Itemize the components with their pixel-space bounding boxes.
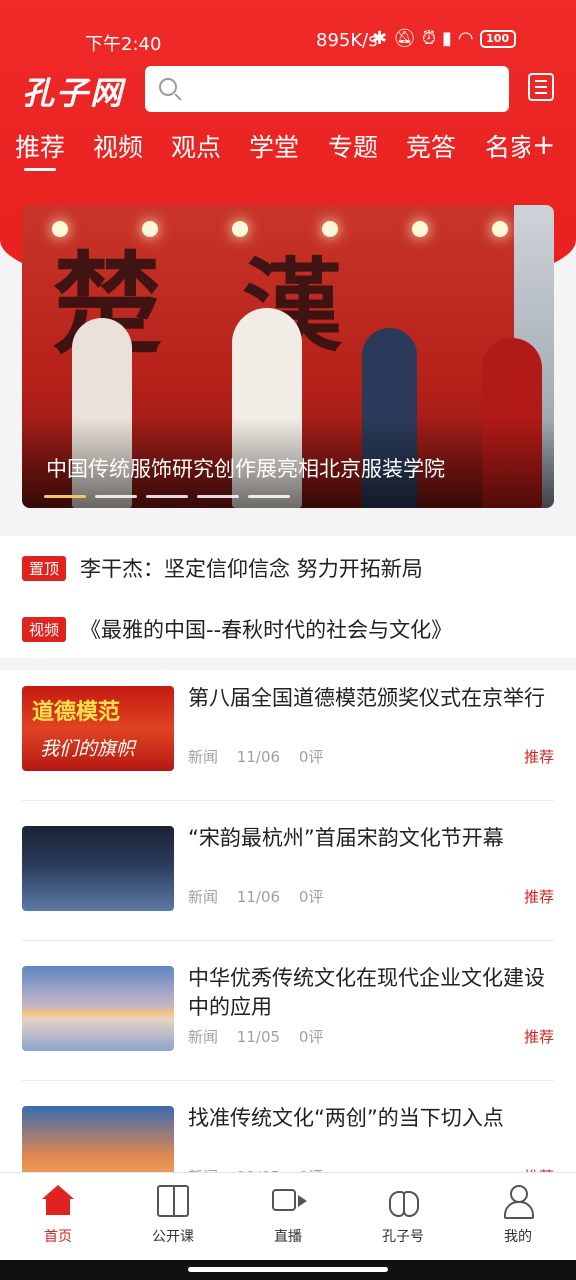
article-title: 中华优秀传统文化在现代企业文化建设中的应用 <box>188 966 545 1019</box>
home-icon <box>42 1185 74 1217</box>
tab-topics[interactable]: 专题 <box>328 128 378 164</box>
article-comments: 0评 <box>298 888 324 906</box>
book-icon <box>157 1185 189 1217</box>
top-bar: 孔子网 <box>0 62 576 114</box>
article-title: “宋韵最杭州”首届宋韵文化节开幕 <box>188 826 504 850</box>
carousel-dot[interactable] <box>197 495 239 498</box>
gesture-bar <box>0 1260 576 1280</box>
divider <box>22 800 554 801</box>
app-screen: 下午2:40 895K/s ✱ 🔕︎ ⏰︎ ▮ ◠ 100 孔子网 推荐 视频 … <box>0 0 576 1280</box>
article-thumbnail: 道德模范 我们的旗帜 <box>22 686 174 771</box>
video-badge: 视频 <box>22 616 67 642</box>
nav-home[interactable]: 首页 <box>18 1173 98 1261</box>
headline-text: 李干杰：坚定信仰信念 努力开拓新局 <box>80 557 423 581</box>
stage-light <box>412 221 428 237</box>
nav-label: 公开课 <box>152 1229 194 1245</box>
active-tab-indicator <box>24 168 56 171</box>
article-date: 11/06 <box>236 888 281 906</box>
thumbnail-title: 道德模范 <box>32 699 121 725</box>
pinned-badge: 置顶 <box>22 555 67 581</box>
nav-courses[interactable]: 公开课 <box>133 1173 213 1261</box>
status-time: 下午2:40 <box>85 34 162 55</box>
divider <box>22 940 554 941</box>
category-tabs: 推荐 视频 观点 学堂 专题 竞答 名家 + <box>0 128 576 176</box>
nav-label: 直播 <box>274 1229 302 1245</box>
add-tab-icon[interactable]: + <box>532 128 555 161</box>
article-thumbnail <box>22 966 174 1051</box>
search-input[interactable] <box>145 66 509 112</box>
stage-light <box>492 221 508 237</box>
bottom-navigation: 首页 公开课 直播 孔子号 我的 <box>0 1172 576 1260</box>
network-speed: 895K/s <box>316 30 378 51</box>
headline-pinned[interactable]: 置顶 李干杰：坚定信仰信念 努力开拓新局 <box>22 548 423 588</box>
article-source: 新闻 <box>188 748 219 766</box>
tab-quiz[interactable]: 竞答 <box>406 128 456 164</box>
nav-kongzi-account[interactable]: 孔子号 <box>363 1173 443 1261</box>
status-icons: ✱ 🔕︎ ⏰︎ ▮ ◠ 100 <box>372 28 516 49</box>
article-comments: 0评 <box>298 748 324 766</box>
status-bar: 下午2:40 895K/s ✱ 🔕︎ ⏰︎ ▮ ◠ 100 <box>0 0 576 56</box>
article-source: 新闻 <box>188 1028 219 1046</box>
article-list: 道德模范 我们的旗帜 第八届全国道德模范颁奖仪式在京举行 新闻 11/06 0评… <box>0 670 576 1180</box>
home-indicator[interactable] <box>188 1267 388 1272</box>
nav-label: 我的 <box>504 1229 532 1245</box>
headline-video[interactable]: 视频 《最雅的中国--春秋时代的社会与文化》 <box>22 609 452 649</box>
carousel-dot[interactable] <box>248 495 290 498</box>
carousel-dot[interactable] <box>146 495 188 498</box>
article-source: 新闻 <box>188 888 219 906</box>
headline-text: 《最雅的中国--春秋时代的社会与文化》 <box>80 618 453 642</box>
bluetooth-icon: ✱ <box>372 28 388 49</box>
user-icon <box>502 1185 534 1219</box>
signal-icon: ▮ <box>442 28 452 49</box>
article-title: 找准传统文化“两创”的当下切入点 <box>188 1106 504 1130</box>
carousel-indicators <box>44 495 290 498</box>
article-comments: 0评 <box>298 1028 324 1046</box>
hero-banner[interactable]: 楚 漢 中国传统服饰研究创作展亮相北京服装学院 <box>22 205 554 508</box>
tab-academy[interactable]: 学堂 <box>249 128 299 164</box>
tab-opinion[interactable]: 观点 <box>171 128 221 164</box>
carousel-dot[interactable] <box>95 495 137 498</box>
article-title: 第八届全国道德模范颁奖仪式在京举行 <box>188 686 545 710</box>
article-meta: 新闻 11/06 0评 <box>188 746 337 767</box>
carousel-dot-active[interactable] <box>44 495 86 498</box>
article-date: 11/06 <box>236 748 281 766</box>
alarm-icon: ⏰︎ <box>421 28 436 49</box>
wifi-icon: ◠ <box>457 28 474 49</box>
article-thumbnail <box>22 1106 174 1180</box>
nav-label: 孔子号 <box>382 1229 424 1245</box>
search-icon <box>159 78 177 96</box>
article-date: 11/05 <box>236 1028 281 1046</box>
lungs-icon <box>387 1185 419 1217</box>
camera-icon <box>272 1189 307 1211</box>
battery-icon: 100 <box>479 29 516 48</box>
nav-label: 首页 <box>44 1229 72 1245</box>
recommend-tag: 推荐 <box>523 888 554 906</box>
tab-video[interactable]: 视频 <box>93 128 143 164</box>
mute-icon: 🔕︎ <box>393 28 416 49</box>
article-thumbnail <box>22 826 174 911</box>
recommend-tag: 推荐 <box>523 1028 554 1046</box>
nav-live[interactable]: 直播 <box>248 1173 328 1261</box>
banner-caption: 中国传统服饰研究创作展亮相北京服装学院 <box>46 457 445 481</box>
list-item[interactable]: 道德模范 我们的旗帜 第八届全国道德模范颁奖仪式在京举行 新闻 11/06 0评… <box>22 670 554 810</box>
news-icon[interactable] <box>528 73 554 101</box>
article-meta: 新闻 11/06 0评 <box>188 886 337 907</box>
app-logo: 孔子网 <box>22 74 125 112</box>
nav-profile[interactable]: 我的 <box>478 1173 558 1261</box>
thumbnail-subtitle: 我们的旗帜 <box>40 738 136 760</box>
headline-list: 置顶 李干杰：坚定信仰信念 努力开拓新局 视频 《最雅的中国--春秋时代的社会与… <box>0 536 576 658</box>
recommend-tag: 推荐 <box>523 748 554 766</box>
list-item[interactable]: “宋韵最杭州”首届宋韵文化节开幕 新闻 11/06 0评 推荐 <box>22 810 554 950</box>
tab-recommend[interactable]: 推荐 <box>15 128 65 164</box>
article-meta: 新闻 11/05 0评 <box>188 1026 337 1047</box>
divider <box>22 1080 554 1081</box>
list-item[interactable]: 找准传统文化“两创”的当下切入点 新闻 11/05 0评 推荐 <box>22 1090 554 1180</box>
tab-masters[interactable]: 名家 <box>485 128 530 164</box>
list-item[interactable]: 中华优秀传统文化在现代企业文化建设中的应用 新闻 11/05 0评 推荐 <box>22 950 554 1090</box>
